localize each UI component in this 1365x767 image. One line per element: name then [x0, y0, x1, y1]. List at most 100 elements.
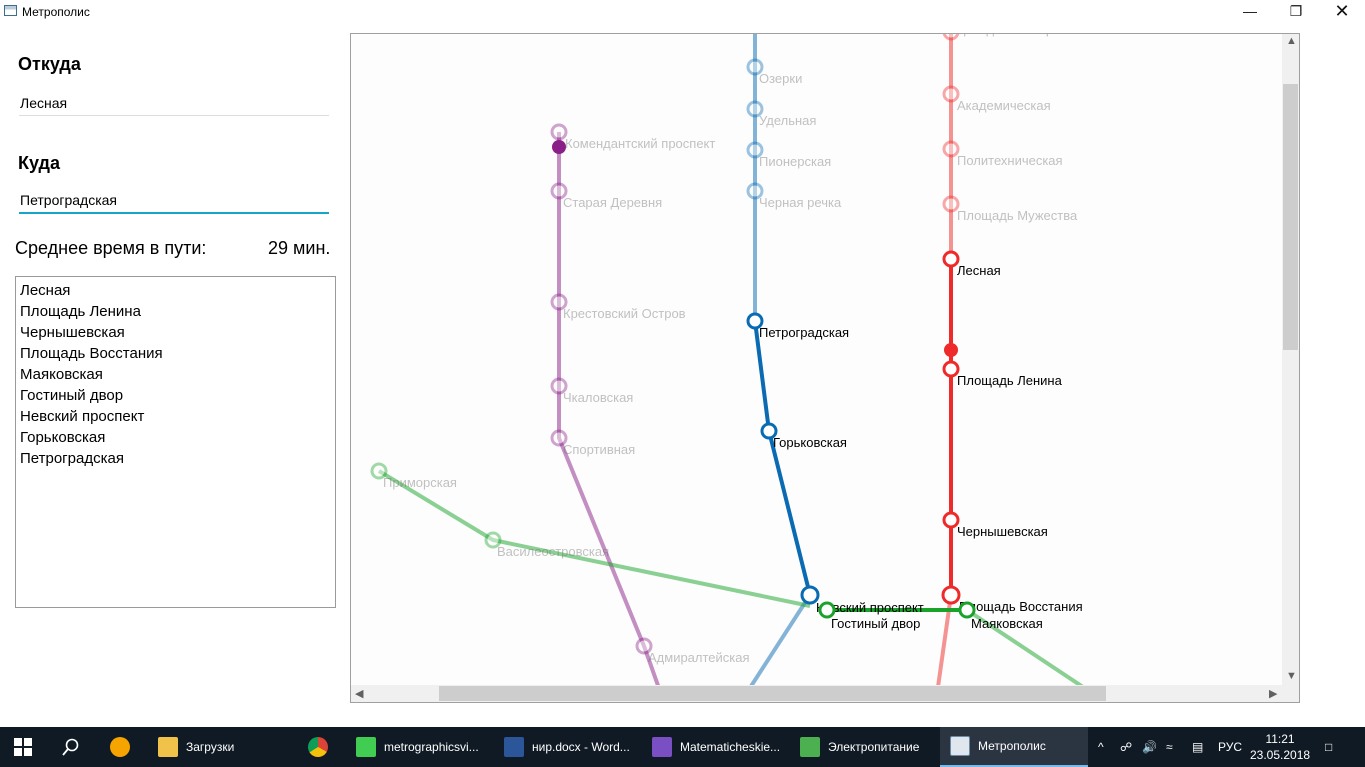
station[interactable]: Удельная	[746, 100, 816, 128]
station[interactable]: Политехническая	[942, 140, 1063, 168]
route-list-item[interactable]: Чернышевская	[20, 322, 331, 343]
station[interactable]: Академическая	[942, 85, 1051, 113]
station[interactable]: Василеостровская	[484, 531, 609, 559]
route-list[interactable]: Лесная Площадь Ленина Чернышевская Площадь …	[15, 276, 336, 608]
route-panel: Откуда Куда Среднее время в пути: 29 мин…	[0, 24, 350, 704]
horizontal-scrollbar[interactable]: ◀ ▶	[351, 685, 1283, 702]
wifi-icon[interactable]: ≈	[1166, 727, 1173, 767]
taskbar-item-matematicheskie[interactable]: Matematicheskie...	[652, 727, 792, 767]
windows-icon	[14, 738, 32, 756]
metro-map[interactable]: Гражданский проспект Академическая Политех…	[351, 34, 1283, 696]
selected-point-marker	[944, 343, 958, 357]
clock[interactable]: 11:21 23.05.2018	[1250, 731, 1310, 763]
route-list-item[interactable]: Маяковская	[20, 364, 331, 385]
taskbar-label: metrographicsvi...	[384, 740, 479, 754]
station-label: Площадь Восстания	[959, 599, 1083, 614]
station-label: Петроградская	[759, 325, 849, 340]
word-icon	[504, 737, 524, 757]
scroll-up-icon[interactable]: ▲	[1286, 35, 1297, 47]
maximize-button[interactable]: ❐	[1273, 0, 1319, 24]
station-label: Маяковская	[971, 616, 1043, 631]
route-list-item[interactable]: Площадь Восстания	[20, 343, 331, 364]
route-list-item[interactable]: Гостиный двор	[20, 385, 331, 406]
taskbar-item-metropolis[interactable]: Метрополис	[940, 727, 1088, 767]
station-label: Василеостровская	[497, 544, 609, 559]
scroll-corner	[1282, 685, 1299, 702]
station-marker[interactable]	[942, 140, 960, 158]
station[interactable]: Чкаловская	[550, 377, 633, 405]
power-tray-icon[interactable]: ▤	[1192, 727, 1203, 767]
minimize-button[interactable]: —	[1227, 0, 1273, 24]
taskbar-app-chrome[interactable]	[308, 727, 336, 767]
blue-line-route	[753, 320, 812, 596]
station-marker[interactable]	[942, 511, 960, 529]
vertical-scroll-thumb[interactable]	[1283, 84, 1298, 350]
notifications-icon[interactable]: □	[1325, 727, 1332, 767]
scroll-left-icon[interactable]: ◀	[355, 687, 363, 700]
station-label: Комендантский проспект	[565, 136, 715, 151]
scroll-down-icon[interactable]: ▼	[1286, 670, 1297, 682]
close-button[interactable]: ✕	[1319, 0, 1365, 24]
taskbar-item-metrographics[interactable]: metrographicsvi...	[356, 727, 496, 767]
station[interactable]: Спортивная	[550, 429, 635, 457]
to-input[interactable]	[19, 188, 329, 214]
station-label: Горьковская	[773, 435, 847, 450]
station[interactable]: Гражданский проспект	[942, 34, 1093, 41]
station[interactable]: Пионерская	[746, 141, 831, 169]
station-label: Черная речка	[759, 195, 842, 210]
station[interactable]: Площадь Ленина	[942, 360, 1063, 388]
station-marker[interactable]	[941, 585, 961, 605]
green-line-west	[377, 469, 811, 608]
station-marker[interactable]	[942, 360, 960, 378]
from-input[interactable]	[19, 90, 329, 116]
station[interactable]: Горьковская	[760, 422, 847, 450]
station-marker[interactable]	[818, 601, 836, 619]
route-list-item[interactable]: Лесная	[20, 280, 331, 301]
taskbar-item-downloads[interactable]: Загрузки	[158, 727, 298, 767]
station-label: Удельная	[759, 113, 816, 128]
show-hidden-icons[interactable]: ^	[1098, 727, 1104, 767]
metro-map-view[interactable]: Гражданский проспект Академическая Политех…	[350, 33, 1300, 703]
route-list-item[interactable]: Площадь Ленина	[20, 301, 331, 322]
station[interactable]: Крестовский Остров	[550, 293, 686, 321]
station-label: Чкаловская	[563, 390, 633, 405]
horizontal-scroll-thumb[interactable]	[439, 686, 1106, 701]
station-marker[interactable]	[942, 195, 960, 213]
station-label: Приморская	[383, 475, 457, 490]
station[interactable]: Старая Деревня	[550, 182, 662, 210]
station[interactable]: Площадь Мужества	[942, 195, 1078, 223]
station-label: Гражданский проспект	[957, 34, 1093, 37]
taskbar: Загрузки metrographicsvi... нир.docx - W…	[0, 727, 1365, 767]
station-label: Гостиный двор	[831, 616, 920, 631]
network-icon[interactable]: ☍	[1120, 727, 1132, 767]
station[interactable]: Приморская	[370, 462, 457, 490]
station-marker[interactable]	[942, 34, 960, 41]
station[interactable]: Чернышевская	[942, 511, 1048, 539]
vertical-scrollbar[interactable]: ▲ ▼	[1282, 34, 1299, 686]
volume-icon[interactable]: 🔊	[1142, 727, 1157, 767]
station-marker[interactable]	[958, 601, 976, 619]
route-list-item[interactable]: Петроградская	[20, 448, 331, 469]
station-marker[interactable]	[942, 85, 960, 103]
folder-icon	[158, 737, 178, 757]
station[interactable]: Адмиралтейская	[635, 637, 750, 665]
language-indicator[interactable]: РУС	[1218, 727, 1242, 767]
station[interactable]: Комендантский проспект	[550, 123, 715, 151]
taskbar-item-power[interactable]: Электропитание	[800, 727, 940, 767]
route-list-item[interactable]: Горьковская	[20, 427, 331, 448]
window-title: Метрополис	[22, 5, 90, 19]
clock-date: 23.05.2018	[1250, 748, 1311, 762]
station[interactable]: Черная речка	[746, 182, 842, 210]
taskbar-app-avast[interactable]	[110, 727, 138, 767]
station-marker[interactable]	[550, 123, 568, 141]
route-list-item[interactable]: Невский проспект	[20, 406, 331, 427]
station-label: Площадь Ленина	[957, 373, 1063, 388]
station[interactable]: Петроградская	[746, 312, 849, 340]
scroll-right-icon[interactable]: ▶	[1269, 687, 1277, 700]
taskbar-label: нир.docx - Word...	[532, 740, 630, 754]
start-button[interactable]	[14, 727, 32, 767]
station-marker[interactable]	[942, 250, 960, 268]
taskbar-item-word[interactable]: нир.docx - Word...	[504, 727, 644, 767]
station-label: Озерки	[759, 71, 802, 86]
search-button[interactable]	[62, 727, 80, 767]
